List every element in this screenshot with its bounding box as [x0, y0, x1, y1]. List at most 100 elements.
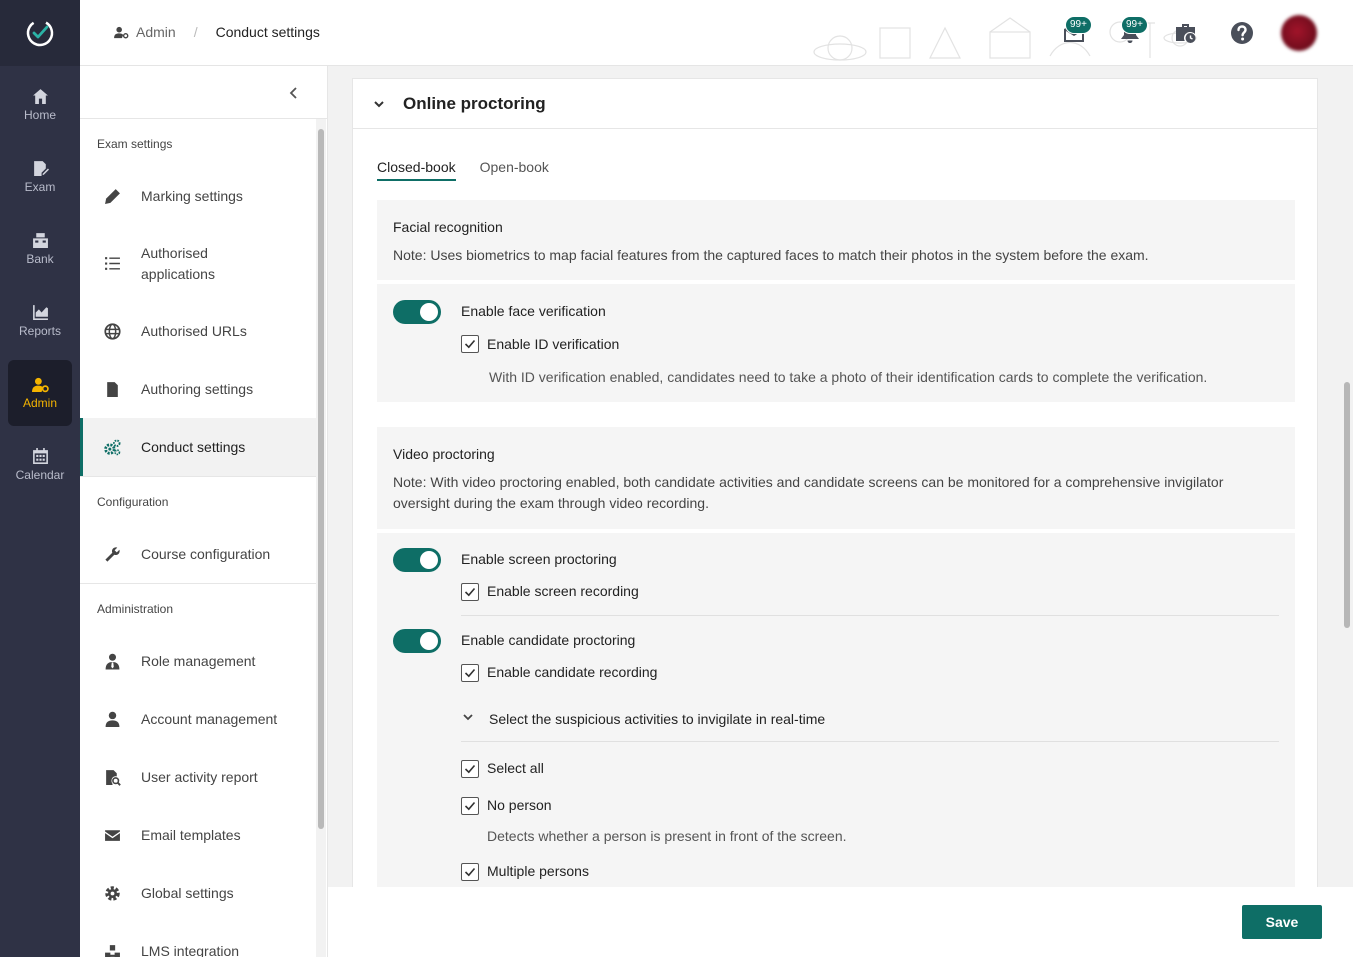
check-icon: [464, 587, 476, 597]
left-nav-rail: Home Exam Bank Reports Admin Calendar: [0, 0, 80, 957]
video-proctoring-options: Enable screen proctoring Enable screen r…: [377, 533, 1295, 887]
app-logo[interactable]: [0, 0, 80, 66]
id-verification-label: Enable ID verification: [487, 336, 620, 352]
user-avatar[interactable]: [1281, 15, 1317, 51]
sidebar-item-label: Authorised URLs: [141, 323, 247, 339]
reports-icon: [32, 305, 48, 320]
rail-item-exam[interactable]: Exam: [8, 144, 72, 210]
sidebar-item-label: Global settings: [141, 885, 234, 901]
list-icon: [105, 257, 120, 270]
messages-badge: 99+: [1065, 16, 1092, 34]
wrench-icon: [105, 546, 120, 562]
screen-recording-checkbox[interactable]: [461, 583, 479, 601]
no-person-description: Detects whether a person is present in f…: [487, 828, 847, 844]
facial-recognition-panel: Facial recognition Note: Uses biometrics…: [377, 200, 1295, 280]
sidebar-item-conduct-settings[interactable]: Conduct settings: [80, 418, 316, 476]
footer-bar: Save: [328, 887, 1353, 957]
sidebar-group-administration: Administration: [97, 602, 174, 616]
sidebar-item-label: Account management: [141, 711, 278, 727]
rail-item-label: Exam: [24, 180, 56, 194]
check-icon: [464, 764, 476, 774]
help-icon: [1231, 22, 1253, 44]
sidebar-item-account-management[interactable]: Account management: [80, 690, 316, 748]
select-all-checkbox[interactable]: [461, 760, 479, 778]
sidebar-item-authorised-urls[interactable]: Authorised URLs: [80, 302, 316, 360]
rail-item-label: Home: [23, 108, 56, 122]
sidebar-item-label: Role management: [141, 653, 256, 669]
rail-item-label: Calendar: [15, 468, 65, 482]
sidebar-item-email-templates[interactable]: Email templates: [80, 806, 316, 864]
video-proctoring-note: Note: With video proctoring enabled, bot…: [393, 474, 1224, 511]
candidate-proctoring-label: Enable candidate proctoring: [461, 632, 636, 648]
breadcrumb-separator: /: [193, 24, 198, 40]
select-all-label: Select all: [487, 760, 544, 776]
rail-item-calendar[interactable]: Calendar: [8, 432, 72, 498]
help-button[interactable]: [1227, 14, 1257, 52]
save-button[interactable]: Save: [1242, 905, 1322, 939]
sidebar-item-authorised-applications[interactable]: Authorised applications: [80, 225, 316, 302]
candidate-proctoring-toggle[interactable]: [393, 629, 441, 653]
sidebar-item-authoring-settings[interactable]: Authoring settings: [80, 360, 316, 418]
rail-item-label: Bank: [26, 252, 54, 266]
tasks-button[interactable]: [1171, 14, 1201, 52]
calendar-icon: [32, 448, 48, 464]
main-content: Online proctoring Closed-book Open-book …: [328, 66, 1353, 887]
screen-recording-label: Enable screen recording: [487, 583, 639, 599]
sidebar-item-label: User activity report: [141, 769, 258, 785]
online-proctoring-header[interactable]: Online proctoring: [353, 79, 1317, 129]
sidebar-scrollbar[interactable]: [316, 119, 326, 957]
multiple-persons-checkbox[interactable]: [461, 863, 479, 881]
main-scrollbar[interactable]: [1341, 66, 1351, 887]
sidebar-item-course-configuration[interactable]: Course configuration: [80, 525, 316, 583]
check-icon: [464, 801, 476, 811]
check-icon: [464, 867, 476, 877]
notifications-button[interactable]: 99+: [1115, 14, 1148, 52]
proctoring-tabs: Closed-book Open-book: [377, 159, 573, 181]
sidebar-item-label: Marking settings: [141, 188, 243, 204]
sidebar-item-role-management[interactable]: Role management: [80, 632, 316, 690]
rail-item-reports[interactable]: Reports: [8, 288, 72, 354]
logo-check-icon: [26, 19, 54, 47]
settings-sidebar: Exam settings Marking settings Authorise…: [80, 66, 328, 957]
top-header: Admin / Conduct settings 99+ 99+: [80, 0, 1353, 66]
briefcase-clock-icon: [1176, 24, 1196, 43]
messages-button[interactable]: 99+: [1059, 14, 1092, 52]
rail-item-bank[interactable]: Bank: [8, 216, 72, 282]
rail-item-admin[interactable]: Admin: [8, 360, 72, 426]
divider: [461, 741, 1279, 742]
suspicious-activities-header[interactable]: Select the suspicious activities to invi…: [489, 711, 825, 727]
chevron-left-icon[interactable]: [288, 86, 298, 100]
face-verification-toggle[interactable]: [393, 300, 441, 324]
tab-closed-book[interactable]: Closed-book: [377, 159, 456, 181]
main-scrollbar-thumb[interactable]: [1344, 382, 1350, 628]
breadcrumb-root-label: Admin: [136, 24, 176, 40]
rail-item-label: Admin: [22, 396, 57, 410]
sidebar-item-global-settings[interactable]: Global settings: [80, 864, 316, 922]
sidebar-item-label: Course configuration: [141, 546, 271, 562]
home-icon: [32, 89, 48, 104]
sidebar-item-label: Email templates: [141, 827, 241, 843]
rail-item-home[interactable]: Home: [8, 72, 72, 138]
sidebar-scrollbar-thumb[interactable]: [318, 129, 324, 829]
multiple-persons-label: Multiple persons: [487, 863, 589, 879]
no-person-checkbox[interactable]: [461, 797, 479, 815]
chevron-down-icon[interactable]: [462, 711, 474, 723]
facial-recognition-options: Enable face verification Enable ID verif…: [377, 284, 1295, 402]
breadcrumb-root[interactable]: Admin: [114, 24, 176, 40]
sidebar-item-lms-integration[interactable]: LMS integration: [80, 922, 316, 957]
sidebar-group-exam-settings: Exam settings: [97, 137, 173, 151]
candidate-recording-checkbox[interactable]: [461, 664, 479, 682]
tab-open-book[interactable]: Open-book: [480, 159, 549, 181]
screen-proctoring-toggle[interactable]: [393, 548, 441, 572]
section-title: Online proctoring: [403, 93, 546, 113]
gear-icon: [105, 885, 120, 901]
facial-recognition-title: Facial recognition: [393, 219, 503, 235]
video-proctoring-title: Video proctoring: [393, 446, 495, 462]
bank-icon: [32, 233, 48, 248]
sidebar-item-marking-settings[interactable]: Marking settings: [80, 167, 316, 225]
online-proctoring-card: Online proctoring Closed-book Open-book …: [352, 78, 1318, 887]
id-verification-checkbox[interactable]: [461, 335, 479, 353]
chevron-down-icon[interactable]: [373, 98, 385, 110]
screen-proctoring-label: Enable screen proctoring: [461, 551, 617, 567]
sidebar-item-user-activity-report[interactable]: User activity report: [80, 748, 316, 806]
